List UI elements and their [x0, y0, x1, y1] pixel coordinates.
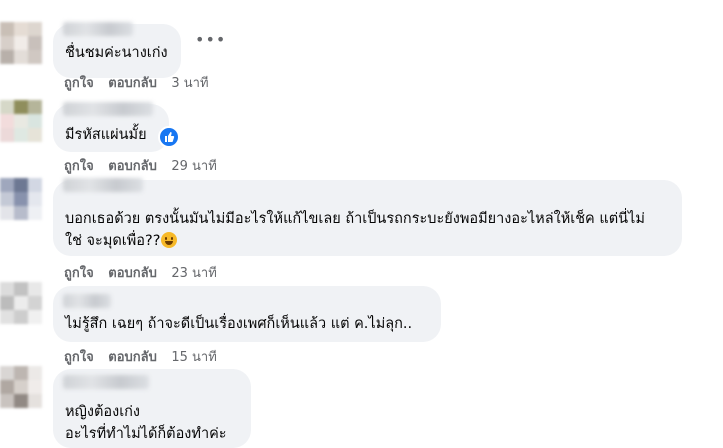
timestamp[interactable]: 29 นาที [171, 159, 216, 174]
timestamp[interactable]: 15 นาที [171, 350, 216, 365]
reply-link[interactable]: ตอบกลับ [108, 76, 157, 91]
like-reaction-icon[interactable] [158, 126, 180, 148]
comment-actions: ถูกใจ ตอบกลับ 29 นาที [64, 155, 227, 176]
like-link[interactable]: ถูกใจ [64, 159, 94, 174]
reply-link[interactable]: ตอบกลับ [108, 159, 157, 174]
comment-actions: ถูกใจ ตอบกลับ 15 นาที [64, 346, 227, 367]
comment-text: ชื่นชมค่ะนางเก่ง [65, 45, 168, 61]
comment-text: ใช่ จะมุดเพื่อ?? [65, 233, 161, 249]
timestamp[interactable]: 23 นาที [171, 266, 216, 281]
comment-text: ไม่รู้สึก เฉยๆ ถ้าจะดีเป็นเรื่องเพศก็เห็… [65, 316, 413, 332]
more-options-icon[interactable]: ••• [195, 30, 226, 49]
comment-text-line-2: ใช่ จะมุดเพื่อ?? [65, 230, 178, 252]
author-name-redacted [63, 22, 133, 36]
comment-bubble: ชื่นชมค่ะนางเก่ง [53, 22, 181, 78]
reply-link[interactable]: ตอบกลับ [108, 350, 157, 365]
timestamp[interactable]: 3 นาที [171, 76, 208, 91]
comment-actions: ถูกใจ ตอบกลับ 3 นาที [64, 72, 219, 93]
comment-actions: ถูกใจ ตอบกลับ 23 นาที [64, 262, 227, 283]
avatar[interactable] [0, 282, 44, 326]
comment-text-line-1: หญิงต้องเก่ง [65, 404, 141, 420]
comment-text-line-1: บอกเธอด้วย ตรงนั้นมันไม่มีอะไรให้แก้ไขเล… [65, 211, 645, 227]
laughing-emoji-icon [161, 232, 178, 248]
author-name-redacted [63, 294, 111, 308]
author-name-redacted [63, 102, 153, 116]
like-link[interactable]: ถูกใจ [64, 76, 94, 91]
author-name-redacted [63, 178, 143, 192]
author-name-redacted [63, 375, 149, 389]
avatar[interactable] [0, 100, 44, 144]
like-link[interactable]: ถูกใจ [64, 350, 94, 365]
avatar[interactable] [0, 178, 44, 222]
comment-bubble: ไม่รู้สึก เฉยๆ ถ้าจะดีเป็นเรื่องเพศก็เห็… [53, 286, 441, 342]
comment-text-line-2: อะไรที่ทำไม่ได้ก็ต้องทำค่ะ [65, 426, 227, 442]
avatar[interactable] [0, 22, 44, 66]
avatar[interactable] [0, 366, 44, 410]
comment-bubble: บอกเธอด้วย ตรงนั้นมันไม่มีอะไรให้แก้ไขเล… [53, 178, 682, 256]
like-link[interactable]: ถูกใจ [64, 266, 94, 281]
scroll-fade [0, 0, 723, 8]
reply-link[interactable]: ตอบกลับ [108, 266, 157, 281]
comment-text: มีรหัสแผ่นมั้ย [65, 127, 147, 143]
comment-bubble: หญิงต้องเก่ง อะไรที่ทำไม่ได้ก็ต้องทำค่ะ [53, 369, 251, 448]
comment-bubble: มีรหัสแผ่นมั้ย [53, 102, 169, 152]
